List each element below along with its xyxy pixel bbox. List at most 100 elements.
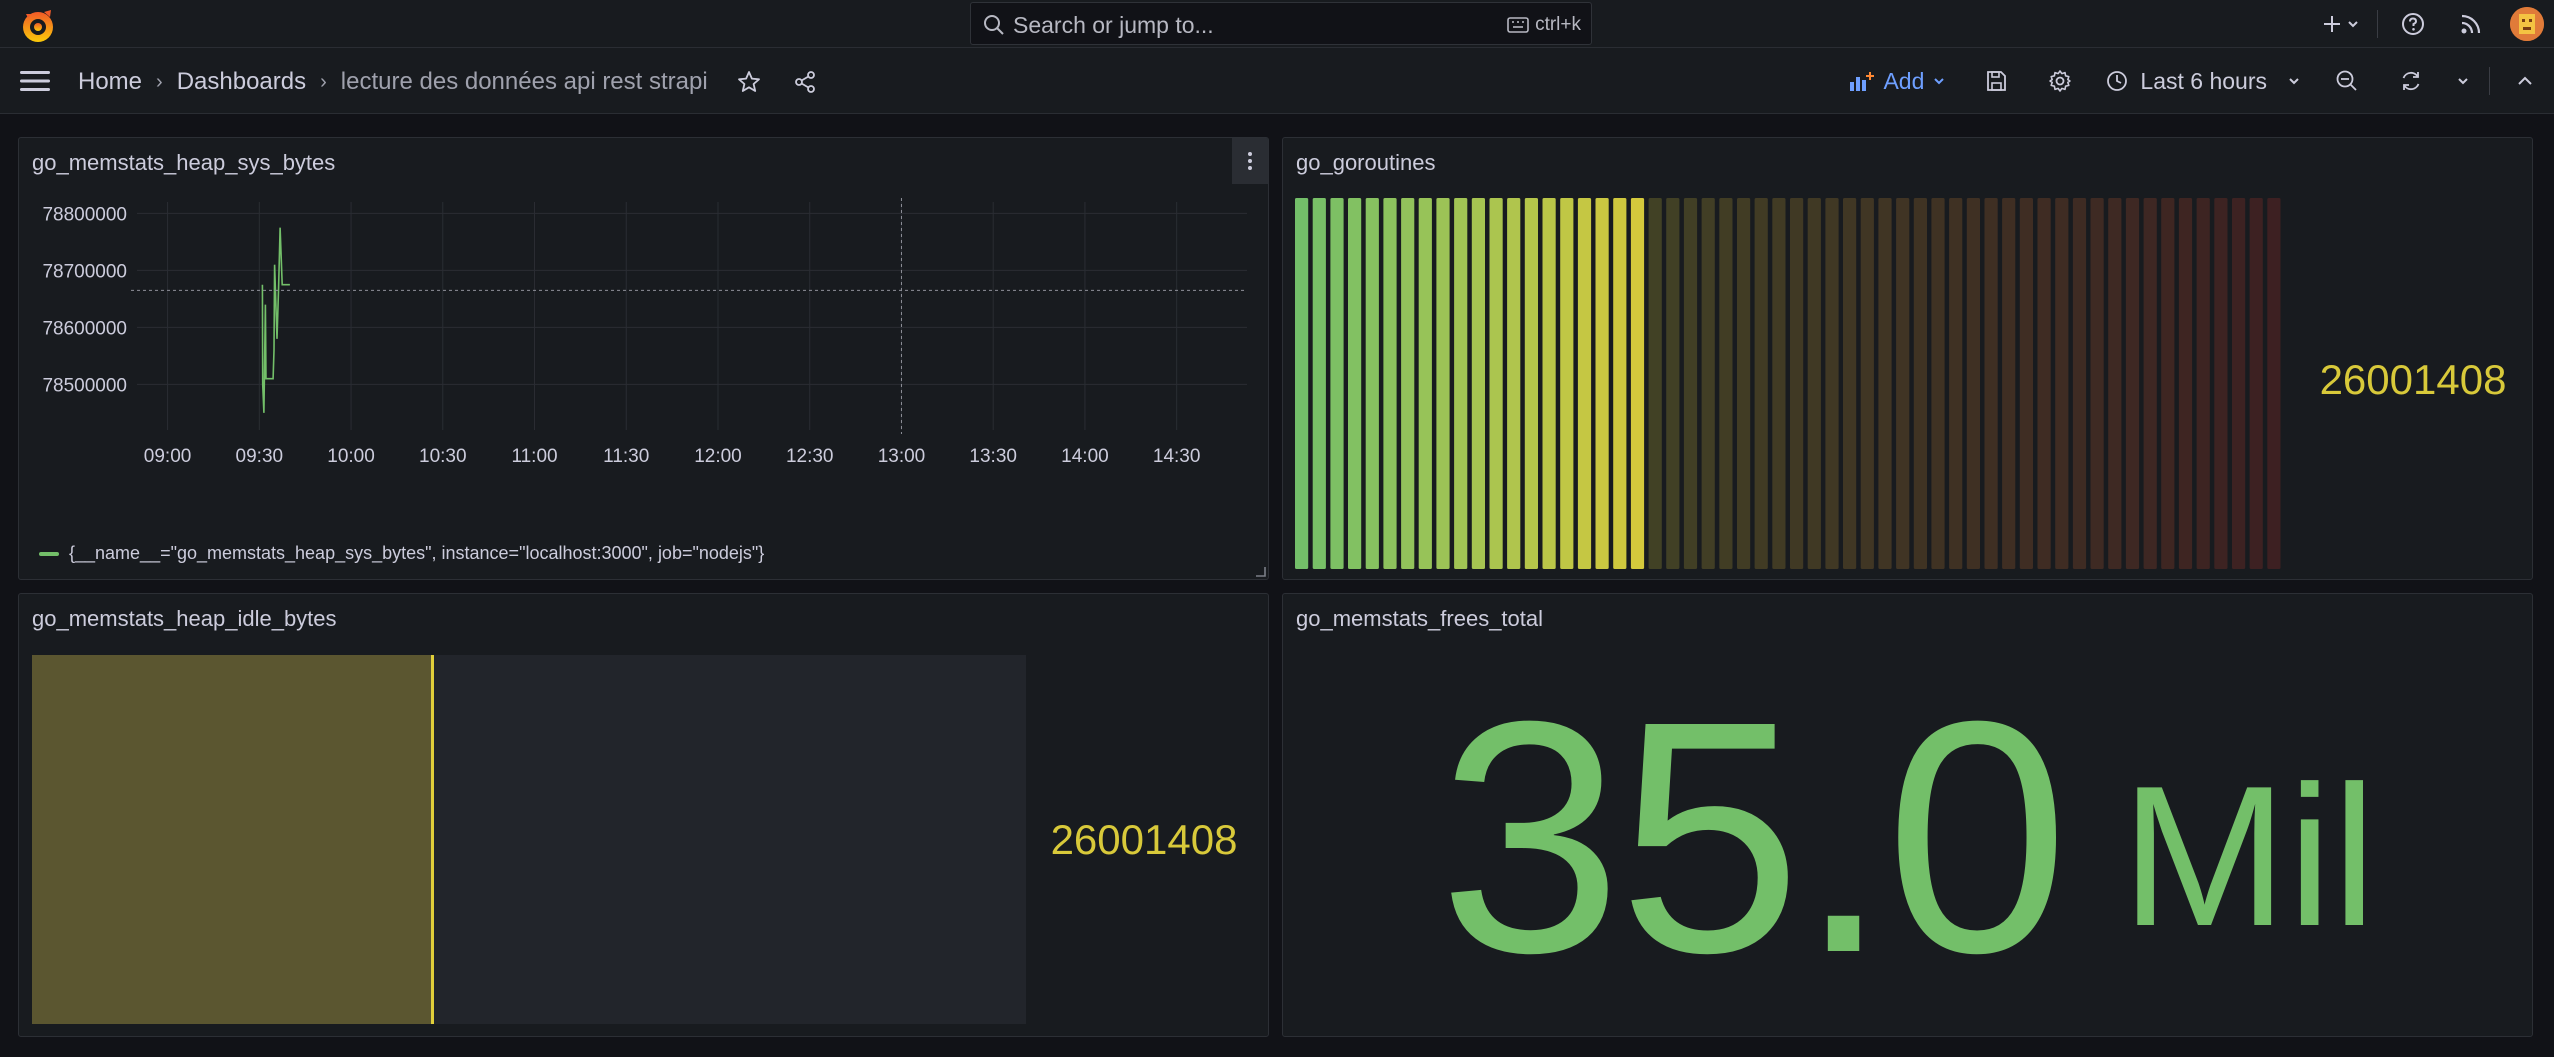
x-tick-label: 11:30 — [603, 446, 649, 464]
gear-icon — [2049, 70, 2072, 92]
panel-title[interactable]: go_goroutines — [1296, 150, 1435, 176]
rss-icon — [2461, 14, 2481, 34]
x-tick-label: 14:00 — [1061, 446, 1109, 464]
bar-gauge-value: 26001408 — [2319, 356, 2507, 403]
gauge-segment-lit — [1365, 198, 1379, 569]
gauge-segment-unlit — [2232, 198, 2246, 569]
gauge-segment-unlit — [2178, 198, 2193, 569]
zoom-out-icon — [2336, 70, 2357, 91]
panel-title[interactable]: go_memstats_heap_sys_bytes — [32, 150, 335, 176]
gauge-segment-unlit — [2125, 198, 2140, 569]
panel-heap-idle-bytes[interactable]: go_memstats_heap_idle_bytes 26001408 — [18, 593, 1269, 1037]
gauge-segment-unlit — [1648, 198, 1662, 569]
bar-gauge — [1295, 198, 2281, 569]
news-button[interactable] — [2442, 2, 2500, 46]
share-button[interactable] — [790, 67, 820, 97]
gauge-segment-unlit — [2072, 198, 2087, 569]
menu-icon[interactable] — [18, 67, 52, 95]
bar-gauge-value: 26001408 — [1050, 816, 1238, 863]
legend-swatch — [39, 551, 59, 556]
panel-goroutines[interactable]: go_goroutines 26001408 — [1282, 137, 2533, 580]
grafana-logo-icon[interactable] — [18, 6, 58, 46]
x-tick-label: 13:00 — [878, 446, 926, 464]
gauge-segment-unlit — [2267, 198, 2281, 569]
stat-number: 35.0 — [1438, 652, 2069, 1021]
gauge-segment-lit — [1330, 198, 1344, 569]
gauge-segment-lit — [1507, 198, 1521, 569]
clock-icon — [2107, 71, 2128, 91]
chart-legend[interactable]: {__name__="go_memstats_heap_sys_bytes", … — [39, 543, 764, 564]
gauge-segment-lit — [1630, 198, 1645, 569]
gauge-segment-unlit — [1984, 198, 1998, 569]
zoom-out-button[interactable] — [2315, 57, 2379, 105]
panel-title[interactable]: go_memstats_frees_total — [1296, 606, 1543, 632]
gauge-segment-lit — [1454, 198, 1468, 569]
panel-title[interactable]: go_memstats_heap_idle_bytes — [32, 606, 337, 632]
time-range-picker[interactable]: Last 6 hours — [2092, 68, 2315, 95]
series-line[interactable] — [261, 227, 290, 413]
gauge-segment-lit — [1542, 198, 1556, 569]
x-tick-label: 12:30 — [786, 446, 834, 464]
gauge-segment-unlit — [1666, 198, 1680, 569]
favorite-button[interactable] — [734, 67, 764, 97]
panel-heap-sys-bytes[interactable]: go_memstats_heap_sys_bytes 78500000 78600… — [18, 137, 1269, 580]
time-series-chart[interactable]: 78500000 78600000 78700000 78800000 09:00 09:… — [19, 194, 1268, 464]
gauge-segment-unlit — [2037, 198, 2051, 569]
chevron-down-icon — [2458, 78, 2468, 85]
breadcrumb-home[interactable]: Home — [78, 68, 142, 96]
save-dashboard-button[interactable] — [1964, 57, 2028, 105]
chevron-up-icon — [2518, 76, 2532, 85]
gauge-segment-unlit — [1931, 198, 1945, 569]
gauge-segment-unlit — [1896, 198, 1910, 569]
gauge-segment-unlit — [1772, 198, 1786, 569]
dashboard-navbar: Home › Dashboards › lecture des données … — [0, 48, 2554, 114]
breadcrumb-current: lecture des données api rest strapi — [340, 68, 708, 95]
gauge-segment-unlit — [2196, 198, 2210, 569]
search-bar[interactable]: Search or jump to... ctrl+k — [970, 2, 1592, 45]
stat-value: 35.0 Mil — [1283, 642, 2532, 1032]
dashboard-actions: Add Last 6 hours — [1831, 48, 2554, 114]
resize-handle-icon[interactable] — [1254, 565, 1266, 577]
collapse-navbar-button[interactable] — [2496, 57, 2554, 105]
add-button[interactable]: Add — [1831, 68, 1964, 95]
gauge-segment-unlit — [1843, 198, 1857, 569]
gauge-segment-unlit — [1683, 198, 1698, 569]
kebab-menu-icon — [1248, 152, 1252, 170]
help-button[interactable] — [2384, 2, 2442, 46]
chevron-right-icon: › — [156, 70, 163, 93]
gauge-segment-unlit — [1807, 198, 1821, 569]
panel-frees-total[interactable]: go_memstats_frees_total 35.0 Mil — [1282, 593, 2533, 1037]
save-icon — [1987, 71, 2007, 91]
gauge-segment-unlit — [2143, 198, 2157, 569]
gauge-segment-lit — [1401, 198, 1415, 569]
refresh-button[interactable] — [2379, 57, 2443, 105]
gauge-segment-unlit — [2002, 198, 2016, 569]
gauge-segment-unlit — [2249, 198, 2263, 569]
x-tick-label: 12:00 — [694, 446, 742, 464]
y-tick-label: 78700000 — [42, 261, 127, 282]
x-tick-label: 09:00 — [144, 446, 192, 464]
y-tick-label: 78500000 — [42, 375, 127, 396]
search-placeholder: Search or jump to... — [1013, 12, 1214, 38]
divider — [2489, 67, 2490, 95]
dashboard-settings-button[interactable] — [2028, 57, 2092, 105]
gauge-segment-unlit — [1825, 198, 1839, 569]
gauge-segment-unlit — [2108, 198, 2122, 569]
new-button[interactable] — [2311, 2, 2371, 46]
gauge-segment-unlit — [1701, 198, 1715, 569]
bar-gauge-track — [32, 655, 1026, 1024]
help-icon — [2402, 13, 2424, 35]
share-icon — [794, 71, 815, 93]
breadcrumb-dashboards[interactable]: Dashboards — [177, 68, 306, 96]
gauge-segment-unlit — [2055, 198, 2069, 569]
user-avatar-icon — [2510, 7, 2544, 41]
search-shortcut-text: ctrl+k — [1535, 14, 1581, 35]
x-tick-label: 10:00 — [327, 446, 375, 464]
gauge-segment-unlit — [1754, 198, 1768, 569]
gauge-segment-unlit — [1719, 198, 1733, 569]
panel-menu-button[interactable] — [1232, 138, 1268, 184]
avatar[interactable] — [2510, 7, 2544, 41]
stat-unit: Mil — [2120, 745, 2377, 968]
refresh-interval-dropdown[interactable] — [2443, 57, 2483, 105]
gauge-segment-unlit — [1913, 198, 1927, 569]
